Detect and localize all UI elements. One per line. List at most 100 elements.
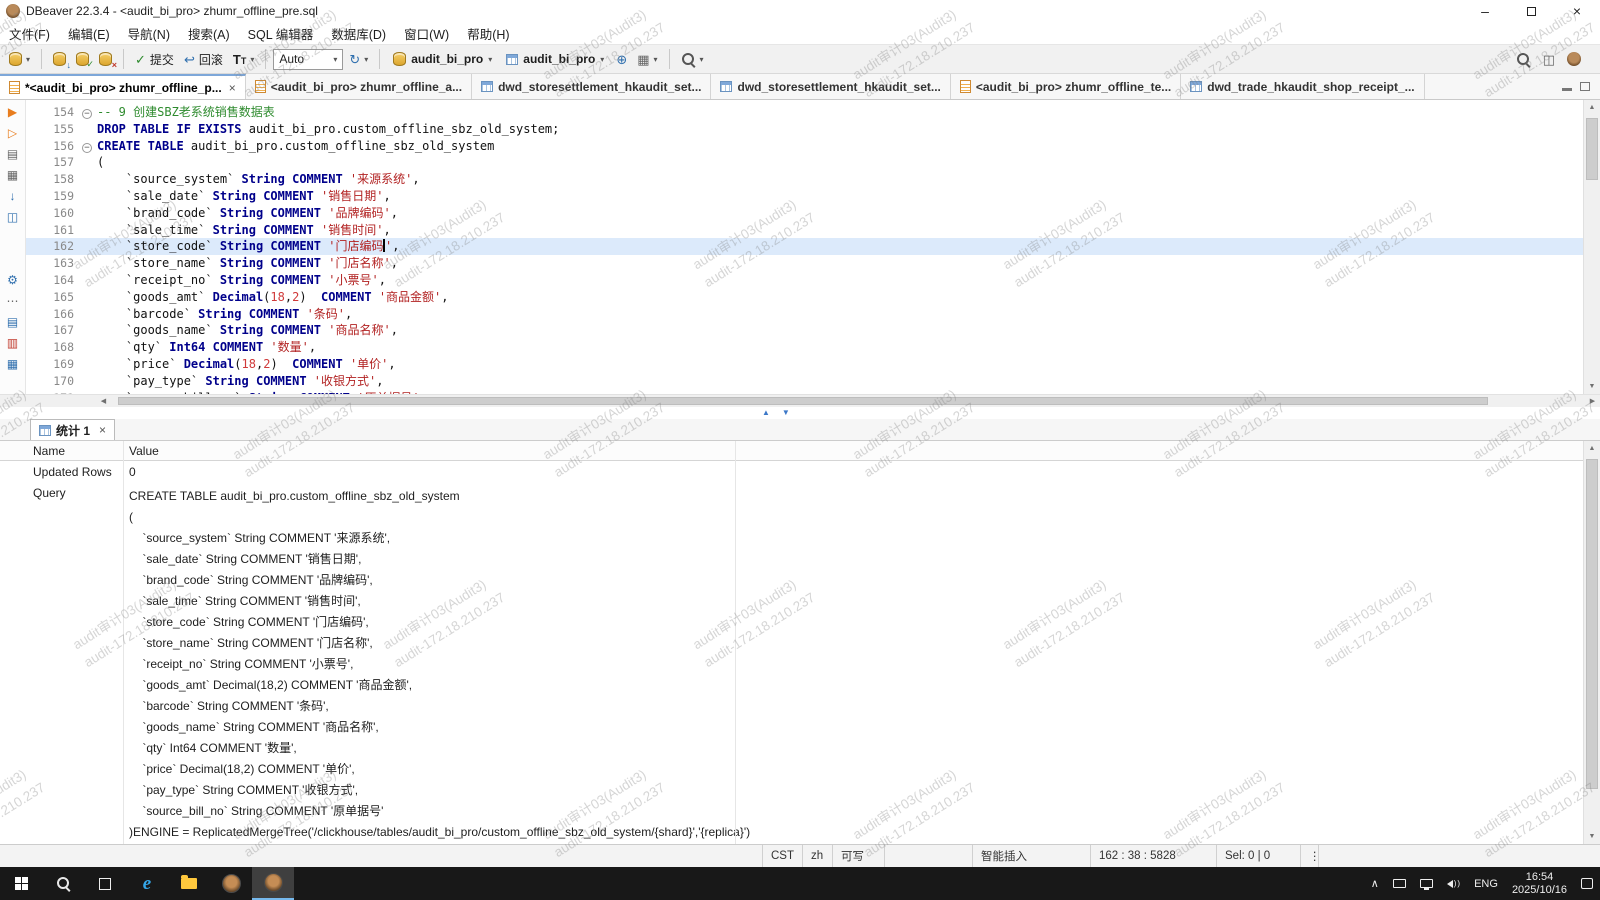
- font-size-button[interactable]: TT ▾: [229, 50, 258, 69]
- rollback-button[interactable]: ↩ 回滚: [180, 49, 227, 70]
- panels-icon[interactable]: ◫: [7, 211, 18, 224]
- column-header-value[interactable]: Value: [123, 444, 735, 458]
- code-line-166[interactable]: 166 `barcode` String COMMENT '条码',: [26, 306, 1583, 323]
- tray-expand-button[interactable]: ∧: [1364, 867, 1386, 900]
- editor-vertical-scrollbar[interactable]: ▲ ▼: [1583, 100, 1600, 394]
- code-line-163[interactable]: 163 `store_name` String COMMENT '门店名称',: [26, 255, 1583, 272]
- fold-collapse-icon[interactable]: −: [82, 143, 92, 153]
- scrollbar-thumb[interactable]: [118, 397, 1488, 405]
- server-log-icon[interactable]: ▦: [7, 358, 18, 371]
- more-actions-icon[interactable]: ⋯: [7, 295, 19, 308]
- code-line-154[interactable]: 154−-- 9 创建SBZ老系统销售数据表: [26, 104, 1583, 121]
- tab-close-icon[interactable]: ×: [229, 81, 236, 95]
- tab-close-icon[interactable]: ×: [99, 423, 106, 437]
- dbeaver-taskbar-button[interactable]: [252, 867, 294, 900]
- execute-script-icon[interactable]: ▷: [8, 127, 17, 140]
- maximize-panel-icon[interactable]: ▲: [762, 408, 770, 417]
- column-divider[interactable]: [735, 441, 736, 844]
- result-row-0[interactable]: Updated Rows0: [28, 461, 1600, 482]
- tray-volume-button[interactable]: )): [1440, 867, 1467, 900]
- result-row-1[interactable]: QueryCREATE TABLE audit_bi_pro.custom_of…: [28, 482, 1600, 844]
- internet-explorer-button[interactable]: e: [126, 867, 168, 900]
- search-button[interactable]: ▾: [677, 50, 708, 69]
- status-overflow-icon[interactable]: ⋮: [1301, 845, 1319, 867]
- restore-panel-icon[interactable]: ▼: [782, 408, 790, 417]
- editor-tab-4[interactable]: <audit_bi_pro> zhumr_offline_te...: [951, 74, 1181, 99]
- start-button[interactable]: [0, 867, 42, 900]
- code-line-165[interactable]: 165 `goods_amt` Decimal(18,2) COMMENT '商…: [26, 289, 1583, 306]
- fetch-data-button[interactable]: ↓: [49, 50, 70, 68]
- code-line-155[interactable]: 155DROP TABLE IF EXISTS audit_bi_pro.cus…: [26, 121, 1583, 138]
- file-explorer-button[interactable]: [168, 867, 210, 900]
- db-cancel-button[interactable]: ×: [95, 50, 116, 68]
- code-line-168[interactable]: 168 `qty` Int64 COMMENT '数量',: [26, 339, 1583, 356]
- scroll-left-icon[interactable]: ◀: [96, 395, 111, 407]
- status-segment-6[interactable]: Sel: 0 | 0: [1217, 845, 1301, 867]
- connection-select[interactable]: audit_bi_pro ▾: [387, 50, 498, 68]
- menu-item-7[interactable]: 帮助(H): [458, 24, 518, 43]
- status-segment-3[interactable]: [885, 845, 973, 867]
- column-header-name[interactable]: Name: [28, 444, 123, 458]
- code-line-157[interactable]: 157(: [26, 154, 1583, 171]
- problems-icon[interactable]: ▥: [7, 337, 18, 350]
- code-line-164[interactable]: 164 `receipt_no` String COMMENT '小票号',: [26, 272, 1583, 289]
- menu-item-3[interactable]: 搜索(A): [179, 24, 239, 43]
- scrollbar-thumb[interactable]: [1586, 118, 1598, 180]
- result-grid-icon[interactable]: ▦: [7, 169, 18, 182]
- status-segment-4[interactable]: 智能插入: [973, 845, 1091, 867]
- maximize-view-icon[interactable]: [1580, 82, 1590, 91]
- editor-horizontal-scrollbar[interactable]: ◀ ▶: [0, 394, 1600, 407]
- perspective-icon[interactable]: ◫: [1543, 53, 1555, 66]
- menu-item-5[interactable]: 数据库(D): [322, 24, 395, 43]
- task-view-button[interactable]: [84, 867, 126, 900]
- menu-item-2[interactable]: 导航(N): [119, 24, 179, 43]
- commit-button[interactable]: ✓ 提交: [131, 49, 178, 70]
- tray-tablet-button[interactable]: [1386, 867, 1413, 900]
- action-center-button[interactable]: [1574, 867, 1600, 900]
- editor-tab-2[interactable]: dwd_storesettlement_hkaudit_set...: [472, 74, 711, 99]
- menu-item-1[interactable]: 编辑(E): [59, 24, 119, 43]
- tray-language-button[interactable]: ENG: [1467, 867, 1505, 900]
- scroll-down-icon[interactable]: ▼: [1584, 379, 1600, 394]
- panel-sash[interactable]: ▲ ▼: [0, 407, 1600, 419]
- settings-gear-icon[interactable]: ⚙: [7, 274, 18, 287]
- fold-gutter[interactable]: −: [82, 138, 97, 155]
- minimize-view-icon[interactable]: [1562, 88, 1572, 91]
- scroll-up-icon[interactable]: ▲: [1584, 100, 1600, 115]
- minimize-icon[interactable]: –: [1462, 0, 1508, 22]
- scrollbar-thumb[interactable]: [1586, 459, 1598, 789]
- scroll-up-icon[interactable]: ▲: [1584, 441, 1600, 456]
- output-log-icon[interactable]: ▤: [7, 316, 18, 329]
- tab-statistics[interactable]: 统计 1 ×: [30, 419, 115, 440]
- db-commit-button[interactable]: ✓: [72, 50, 93, 68]
- status-segment-0[interactable]: CST: [763, 845, 803, 867]
- taskbar-search-button[interactable]: [42, 867, 84, 900]
- network-settings-button[interactable]: ⊕: [612, 51, 631, 68]
- code-line-156[interactable]: 156−CREATE TABLE audit_bi_pro.custom_off…: [26, 138, 1583, 155]
- code-line-161[interactable]: 161 `sale_time` String COMMENT '销售时间',: [26, 222, 1583, 239]
- code-line-160[interactable]: 160 `brand_code` String COMMENT '品牌编码',: [26, 205, 1583, 222]
- status-segment-1[interactable]: zh: [803, 845, 833, 867]
- scroll-right-icon[interactable]: ▶: [1585, 395, 1600, 407]
- menu-item-0[interactable]: 文件(F): [0, 24, 59, 43]
- app-button-1[interactable]: [210, 867, 252, 900]
- menu-item-4[interactable]: SQL 编辑器: [239, 24, 323, 43]
- fold-collapse-icon[interactable]: −: [82, 109, 92, 119]
- tray-clock-button[interactable]: 16:54 2025/10/16: [1505, 867, 1574, 900]
- column-divider[interactable]: [123, 441, 124, 844]
- code-line-162[interactable]: 162 `store_code` String COMMENT '门店编码',: [26, 238, 1583, 255]
- editor-tab-3[interactable]: dwd_storesettlement_hkaudit_set...: [711, 74, 950, 99]
- status-segment-2[interactable]: 可写: [833, 845, 885, 867]
- execute-statement-icon[interactable]: ▶: [8, 106, 17, 119]
- editor-tab-5[interactable]: dwd_trade_hkaudit_shop_receipt_...: [1181, 74, 1424, 99]
- menu-item-6[interactable]: 窗口(W): [395, 24, 458, 43]
- maximize-icon[interactable]: [1508, 0, 1554, 22]
- results-vertical-scrollbar[interactable]: ▲ ▼: [1583, 441, 1600, 844]
- quick-search-icon[interactable]: [1516, 52, 1531, 67]
- status-segment-5[interactable]: 162 : 38 : 5828: [1091, 845, 1217, 867]
- code-line-158[interactable]: 158 `source_system` String COMMENT '来源系统…: [26, 171, 1583, 188]
- code-line-159[interactable]: 159 `sale_date` String COMMENT '销售日期',: [26, 188, 1583, 205]
- new-connection-button[interactable]: ▾: [5, 50, 34, 68]
- transaction-mode-select[interactable]: Auto ▾: [273, 49, 343, 70]
- schema-select[interactable]: audit_bi_pro ▾: [500, 50, 610, 68]
